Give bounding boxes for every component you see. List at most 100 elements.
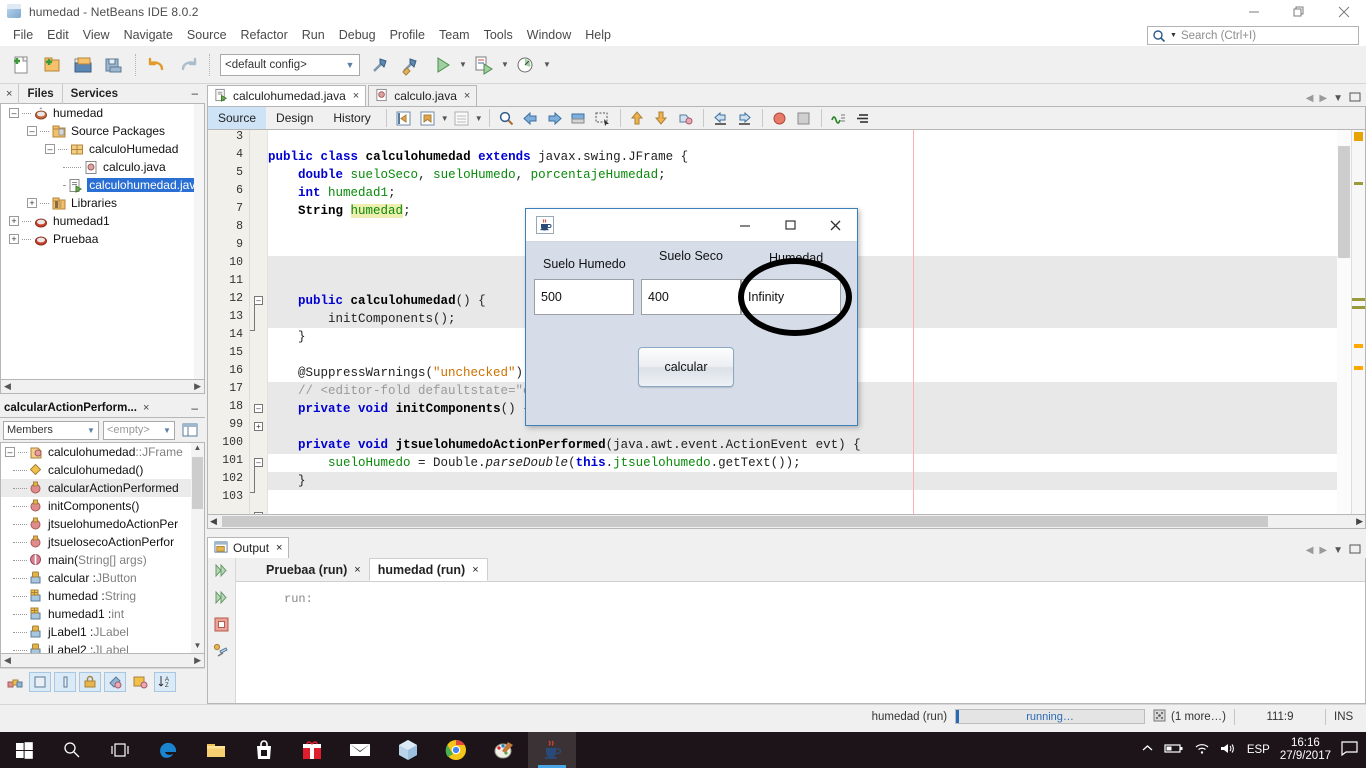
clean-build-icon[interactable] — [396, 50, 426, 80]
shift-right-icon[interactable] — [733, 107, 757, 129]
navigator-view-combo[interactable]: Members ▼ — [3, 420, 99, 440]
minimize-icon[interactable] — [722, 209, 767, 241]
tab-list-dropdown-icon[interactable]: ▼ — [1333, 545, 1343, 556]
previous-bookmark-icon[interactable] — [519, 107, 543, 129]
menu-tools[interactable]: Tools — [477, 26, 520, 44]
tab-history[interactable]: History — [323, 107, 380, 129]
list-item-selected[interactable]: calcularActionPerformed — [1, 479, 204, 497]
close-icon[interactable] — [1321, 0, 1366, 24]
list-item[interactable]: initComponents() — [1, 497, 204, 515]
start-icon[interactable] — [0, 732, 48, 768]
show-hidden-icons-icon[interactable] — [1141, 742, 1154, 758]
search-input[interactable]: ▼ Search (Ctrl+I) — [1147, 26, 1359, 45]
paint-icon[interactable] — [480, 732, 528, 768]
save-all-icon[interactable] — [99, 50, 129, 80]
previous-error-icon[interactable] — [626, 107, 650, 129]
search-icon[interactable] — [48, 732, 96, 768]
menu-window[interactable]: Window — [520, 26, 578, 44]
chevron-down-icon[interactable]: ▼ — [341, 60, 359, 70]
toggle-highlight-icon[interactable] — [674, 107, 698, 129]
menu-refactor[interactable]: Refactor — [234, 26, 295, 44]
maximize-icon[interactable] — [767, 209, 812, 241]
last-edit-icon[interactable] — [392, 107, 416, 129]
build-icon[interactable] — [365, 50, 395, 80]
menu-help[interactable]: Help — [578, 26, 618, 44]
netbeans-icon[interactable] — [384, 732, 432, 768]
list-item[interactable]: jtsuelohumedoActionPer — [1, 515, 204, 533]
jtsuelohumedo-input[interactable]: 500 — [534, 279, 634, 315]
fold-expand-icon[interactable]: + — [254, 422, 263, 431]
expander-icon[interactable]: + — [9, 216, 19, 226]
output-settings-icon[interactable] — [213, 643, 230, 663]
run-icon[interactable] — [427, 50, 457, 80]
shift-left-icon[interactable] — [709, 107, 733, 129]
expander-icon[interactable]: – — [45, 144, 55, 154]
tab-list-dropdown-icon[interactable]: ▼ — [1333, 93, 1343, 104]
mail-icon[interactable] — [336, 732, 384, 768]
battery-icon[interactable] — [1164, 742, 1184, 758]
maximize-output-icon[interactable] — [1349, 543, 1361, 558]
list-item[interactable]: main( String[] args) — [1, 551, 204, 569]
expander-icon[interactable]: – — [27, 126, 37, 136]
menu-file[interactable]: File — [6, 26, 40, 44]
close-icon[interactable]: × — [472, 564, 478, 576]
tree-row-selected[interactable]: calculohumedad.java — [1, 176, 204, 194]
debug-dropdown-icon[interactable]: ▼ — [500, 60, 510, 69]
tree-row[interactable]: – calculoHumedad — [1, 140, 204, 158]
scroll-tabs-right-icon[interactable]: ▶ — [1319, 93, 1327, 104]
code-hscrollbar[interactable]: ◀ ▶ — [207, 515, 1366, 529]
java-app-icon[interactable] — [528, 732, 576, 768]
calculohumedad-jframe-window[interactable]: Suelo Humedo Suelo Seco Humedad 500 400 … — [525, 208, 858, 426]
menu-edit[interactable]: Edit — [40, 26, 76, 44]
expander-icon[interactable]: – — [9, 108, 19, 118]
profile-icon[interactable] — [511, 50, 541, 80]
chevron-down-icon[interactable]: ▼ — [1170, 32, 1177, 39]
inspect-icon[interactable] — [827, 107, 851, 129]
close-icon[interactable]: × — [276, 542, 282, 554]
projects-close-icon[interactable]: × — [0, 88, 18, 100]
edge-icon[interactable] — [144, 732, 192, 768]
shift-line-icon[interactable] — [450, 107, 474, 129]
tab-files[interactable]: Files — [18, 83, 61, 104]
close-icon[interactable] — [812, 209, 857, 241]
rectangular-select-icon[interactable] — [591, 107, 615, 129]
run-dropdown-icon[interactable]: ▼ — [458, 60, 468, 69]
close-icon[interactable]: × — [354, 564, 360, 576]
chevron-down-icon[interactable]: ▼ — [440, 114, 450, 123]
clock[interactable]: 16:16 27/9/2017 — [1280, 737, 1331, 763]
code-fold-column[interactable]: – – + – – — [250, 130, 268, 514]
list-item[interactable]: calculohumedad() — [1, 461, 204, 479]
expander-icon[interactable]: + — [27, 198, 37, 208]
tab-design[interactable]: Design — [266, 107, 323, 129]
close-icon[interactable]: × — [353, 90, 359, 102]
sort-alpha-icon[interactable]: AZ — [154, 671, 176, 692]
project-tree[interactable]: – humedad – Source Packages – calculoHum… — [0, 104, 205, 380]
navigator-empty-combo[interactable]: <empty> ▼ — [103, 420, 175, 440]
chevron-down-icon[interactable]: ▼ — [84, 426, 98, 435]
list-item[interactable]: calcular : JButton — [1, 569, 204, 587]
show-classes-icon[interactable] — [29, 671, 51, 692]
navigator-root-row[interactable]: – calculohumedad :: JFrame — [1, 443, 204, 461]
list-item[interactable]: jLabel2 : JLabel — [1, 641, 204, 653]
scroll-tabs-left-icon[interactable]: ◀ — [1306, 545, 1314, 556]
redo-icon[interactable] — [173, 50, 203, 80]
status-more-tasks[interactable]: (1 more…) — [1145, 705, 1234, 729]
toggle-rectangular-selection-icon[interactable] — [567, 107, 591, 129]
tree-row[interactable]: + Libraries — [1, 194, 204, 212]
tree-row[interactable]: + humedad1 — [1, 212, 204, 230]
expander-icon[interactable]: + — [9, 234, 19, 244]
tab-pruebaa-run[interactable]: Pruebaa (run) × — [258, 558, 369, 581]
next-bookmark-icon[interactable] — [543, 107, 567, 129]
navigator-close-icon[interactable]: × — [137, 402, 155, 414]
undo-icon[interactable] — [142, 50, 172, 80]
fold-collapse-icon[interactable]: – — [254, 458, 263, 467]
stop-macro-recording-icon[interactable] — [792, 107, 816, 129]
find-selection-icon[interactable] — [495, 107, 519, 129]
scroll-right-icon[interactable]: ▶ — [191, 381, 204, 392]
list-item[interactable]: humedad : String — [1, 587, 204, 605]
gift-icon[interactable] — [288, 732, 336, 768]
chrome-icon[interactable] — [432, 732, 480, 768]
project-tree-vscrollbar[interactable] — [194, 104, 204, 379]
calcular-button[interactable]: calcular — [638, 347, 734, 387]
menu-debug[interactable]: Debug — [332, 26, 383, 44]
